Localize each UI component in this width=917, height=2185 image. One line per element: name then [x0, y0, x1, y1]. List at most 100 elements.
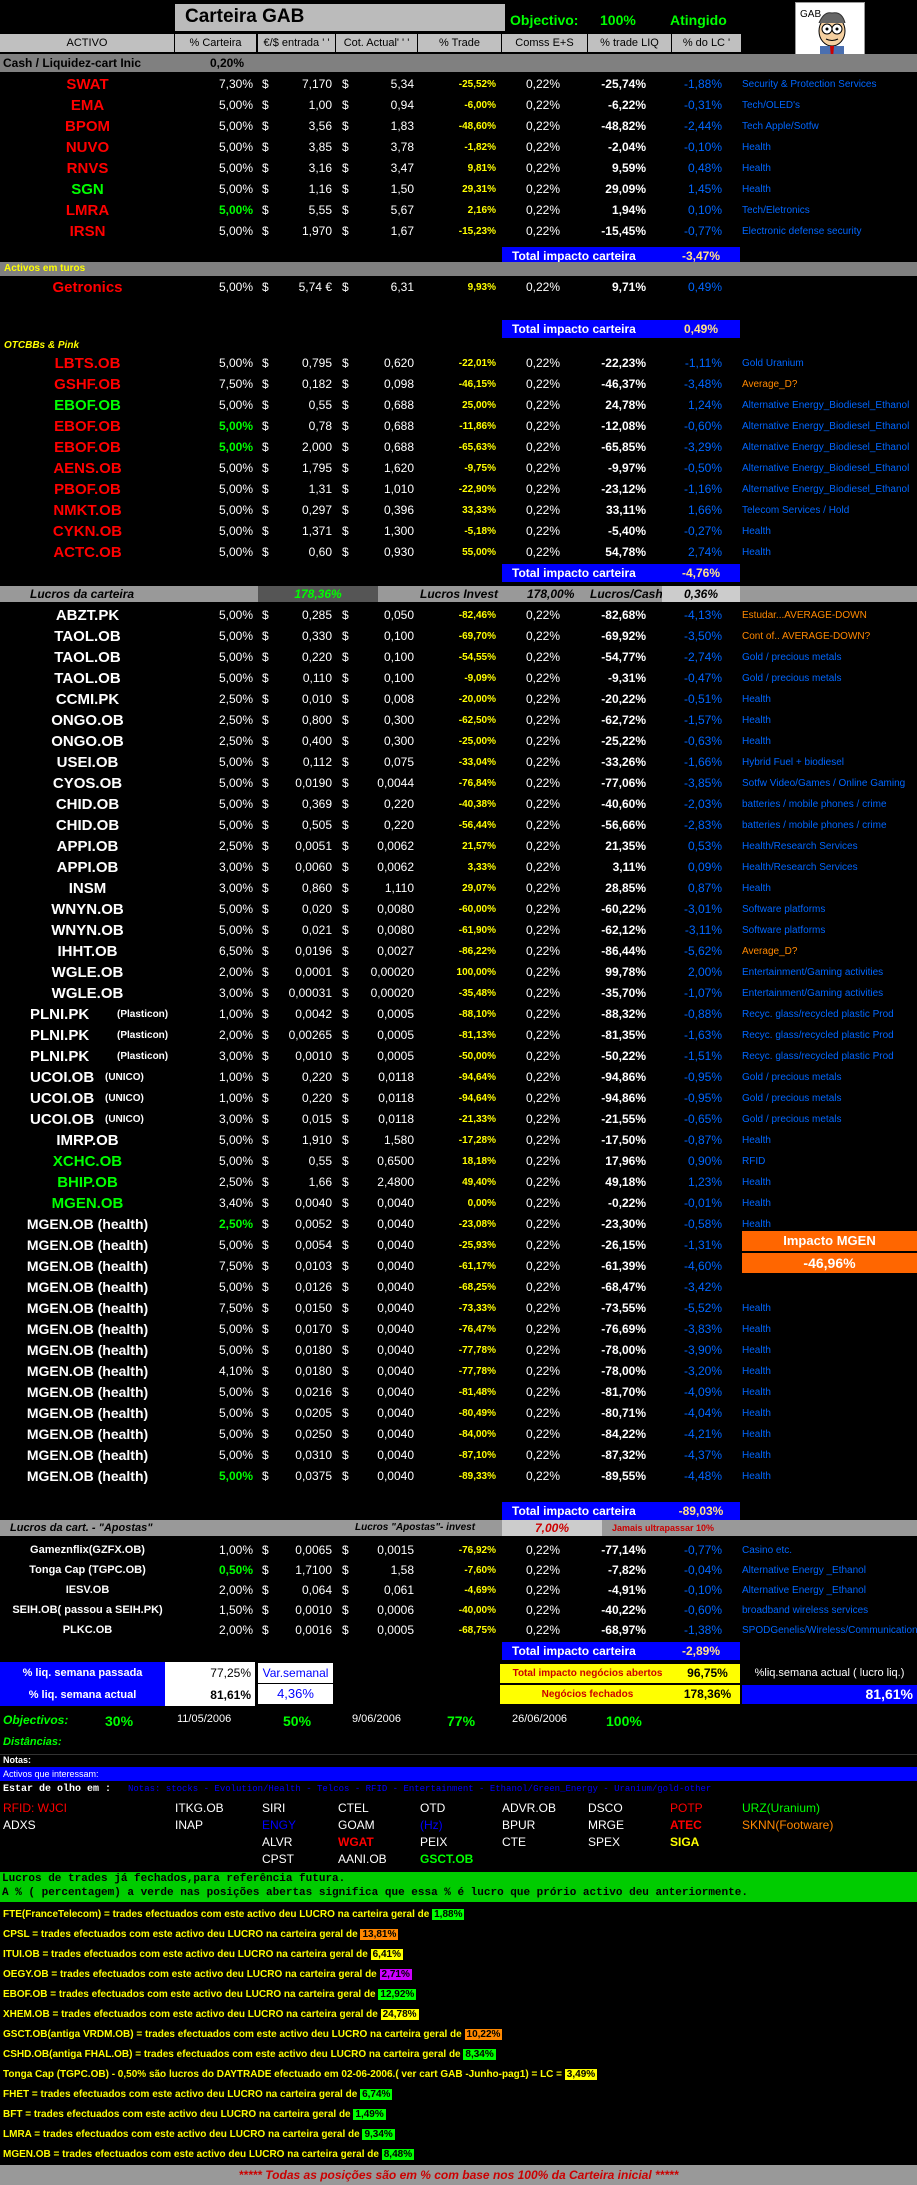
table-row[interactable]: MGEN.OB (health) 5,00% $0,0180 $0,0040 -77,7…	[0, 1340, 917, 1361]
closed-trade-line: BFT = trades efectuados com este activo …	[0, 2105, 917, 2124]
table-row[interactable]: BPOM 5,00% $3,56 $1,83 -48,60% 0,22% -48,82% -2…	[0, 116, 917, 137]
table-row[interactable]: MGEN.OB (health) 4,10% $0,0180 $0,0040 -77,7…	[0, 1361, 917, 1382]
table-row[interactable]: USEI.OB 5,00% $0,112 $0,075 -33,04% 0,22% -33,…	[0, 752, 917, 773]
ticker: EMA	[70, 97, 105, 114]
table-row[interactable]: WNYN.OB 5,00% $0,021 $0,0080 -61,90% 0,22% -62…	[0, 920, 917, 941]
table-row[interactable]: NUVO 5,00% $3,85 $3,78 -1,82% 0,22% -2,04% -0,1…	[0, 137, 917, 158]
table-row[interactable]: SEIH.OB( passou a SEIH.PK) 1,50% $0,0010 $0…	[0, 1600, 917, 1620]
table-row[interactable]: MGEN.OB (health) 7,50% $0,0150 $0,0040 -73,3…	[0, 1298, 917, 1319]
trade-pct: -69,70%	[458, 631, 496, 642]
table-row[interactable]: UCOI.OB (UNICO) 1,00% $0,220 $0,0118 -94,64% 0…	[0, 1067, 917, 1088]
table-row[interactable]: WGLE.OB 3,00% $0,00031 $0,00020 -35,48% 0,22%…	[0, 983, 917, 1004]
table-row[interactable]: PBOF.OB 5,00% $1,31 $1,010 -22,90% 0,22% -23,1…	[0, 479, 917, 500]
table-row[interactable]: MGEN.OB (health) 5,00% $0,0126 $0,0040 -68,2…	[0, 1277, 917, 1298]
objective-state: Atingido	[670, 12, 727, 28]
watch-item: ADVR.OB	[502, 1801, 557, 1815]
current-price: 0,100	[383, 629, 414, 643]
table-row[interactable]: APPI.OB 2,50% $0,0051 $0,0062 21,57% 0,22% 21,…	[0, 836, 917, 857]
table-row[interactable]: MGEN.OB (health) 5,00% $0,0170 $0,0040 -76,4…	[0, 1319, 917, 1340]
sector-note: SPODGenelis/Wireless/Communications	[742, 1625, 917, 1636]
lc-pct: -0,87%	[683, 1133, 722, 1147]
table-row[interactable]: LBTS.OB 5,00% $0,795 $0,620 -22,01% 0,22% -22,…	[0, 353, 917, 374]
sector-note: Security & Protection Services	[742, 79, 877, 90]
table-row[interactable]: INSM 3,00% $0,860 $1,110 29,07% 0,22% 28,85% 0,…	[0, 878, 917, 899]
column-header: % do LC '	[672, 34, 742, 52]
table-row[interactable]: APPI.OB 3,00% $0,0060 $0,0062 3,33% 0,22% 3,11…	[0, 857, 917, 878]
commission: 0,22%	[525, 1259, 560, 1273]
entry-price: 0,60	[308, 545, 332, 559]
table-row[interactable]: WNYN.OB 5,00% $0,020 $0,0080 -60,00% 0,22% -60…	[0, 899, 917, 920]
table-row[interactable]: LMRA 5,00% $5,55 $5,67 2,16% 0,22% 1,94% 0,10% T…	[0, 200, 917, 221]
table-row[interactable]: ABZT.PK 5,00% $0,285 $0,050 -82,46% 0,22% -82,…	[0, 605, 917, 626]
table-row[interactable]: Getronics 5,00% $5,74 € $6,31 9,93% 0,22% 9,71…	[0, 277, 917, 298]
table-row[interactable]: PLNI.PK (Plasticon) 2,00% $0,00265 $0,0005 -8…	[0, 1025, 917, 1046]
table-row[interactable]: IMRP.OB 5,00% $1,910 $1,580 -17,28% 0,22% -17,…	[0, 1130, 917, 1151]
watch-item: CTEL	[338, 1801, 369, 1815]
table-row[interactable]: WGLE.OB 2,00% $0,0001 $0,00020 100,00% 0,22% 9…	[0, 962, 917, 983]
table-row[interactable]: CCMI.PK 2,50% $0,010 $0,008 -20,00% 0,22% -20,…	[0, 689, 917, 710]
table-row[interactable]: BHIP.OB 2,50% $1,66 $2,4800 49,40% 0,22% 49,18…	[0, 1172, 917, 1193]
table-row[interactable]: PLNI.PK (Plasticon) 3,00% $0,0010 $0,0005 -50…	[0, 1046, 917, 1067]
table-row[interactable]: EMA 5,00% $1,00 $0,94 -6,00% 0,22% -6,22% -0,31…	[0, 95, 917, 116]
commission: 0,22%	[525, 203, 560, 217]
position-pct: 5,00%	[218, 461, 253, 475]
table-row[interactable]: UCOI.OB (UNICO) 3,00% $0,015 $0,0118 -21,33% 0…	[0, 1109, 917, 1130]
trade-liq: -9,97%	[607, 461, 646, 475]
table-row[interactable]: MGEN.OB (health) 5,00% $0,0375 $0,0040 -89,3…	[0, 1466, 917, 1487]
table-row[interactable]: AENS.OB 5,00% $1,795 $1,620 -9,75% 0,22% -9,97…	[0, 458, 917, 479]
table-row[interactable]: TAOL.OB 5,00% $0,330 $0,100 -69,70% 0,22% -69,…	[0, 626, 917, 647]
table-row[interactable]: TAOL.OB 5,00% $0,220 $0,100 -54,55% 0,22% -54,…	[0, 647, 917, 668]
table-row[interactable]: ONGO.OB 2,50% $0,800 $0,300 -62,50% 0,22% -62,…	[0, 710, 917, 731]
dollar-sign-2: $	[342, 1196, 349, 1210]
table-row[interactable]: ONGO.OB 2,50% $0,400 $0,300 -25,00% 0,22% -25,…	[0, 731, 917, 752]
table-row[interactable]: MGEN.OB (health) 5,00% $0,0250 $0,0040 -84,0…	[0, 1424, 917, 1445]
table-row[interactable]: EBOF.OB 5,00% $2,000 $0,688 -65,63% 0,22% -65,…	[0, 437, 917, 458]
section-title: OTCBBs & Pink	[4, 340, 80, 351]
table-row[interactable]: GSHF.OB 7,50% $0,182 $0,098 -46,15% 0,22% -46,…	[0, 374, 917, 395]
table-row[interactable]: Gameznflix(GZFX.OB) 1,00% $0,0065 $0,0015 -7…	[0, 1540, 917, 1560]
trade-pct: -50,00%	[458, 1051, 496, 1062]
table-row[interactable]: NMKT.OB 5,00% $0,297 $0,396 33,33% 0,22% 33,11…	[0, 500, 917, 521]
table-row[interactable]: EBOF.OB 5,00% $0,55 $0,688 25,00% 0,22% 24,78%…	[0, 395, 917, 416]
trade-pct: -40,00%	[458, 1605, 496, 1616]
table-row[interactable]: MGEN.OB (health) 5,00% $0,0216 $0,0040 -81,4…	[0, 1382, 917, 1403]
trade-liq: -0,22%	[607, 1196, 646, 1210]
sector-note: Health	[742, 715, 771, 726]
table-row[interactable]: MGEN.OB (health) 5,00% $0,0310 $0,0040 -87,1…	[0, 1445, 917, 1466]
table-row[interactable]: PLKC.OB 2,00% $0,0016 $0,0005 -68,75% 0,22% -6…	[0, 1620, 917, 1640]
table-row[interactable]: CHID.OB 5,00% $0,505 $0,220 -56,44% 0,22% -56,…	[0, 815, 917, 836]
dollar-sign-2: $	[342, 1563, 349, 1577]
table-row[interactable]: PLNI.PK (Plasticon) 1,00% $0,0042 $0,0005 -88…	[0, 1004, 917, 1025]
table-row[interactable]: MGEN.OB (health) 5,00% $0,0205 $0,0040 -80,4…	[0, 1403, 917, 1424]
table-row[interactable]: SWAT 7,30% $7,170 $5,34 -25,52% 0,22% -25,74% -…	[0, 74, 917, 95]
table-row[interactable]: CHID.OB 5,00% $0,369 $0,220 -40,38% 0,22% -40,…	[0, 794, 917, 815]
table-row[interactable]: IHHT.OB 6,50% $0,0196 $0,0027 -86,22% 0,22% -8…	[0, 941, 917, 962]
table-row[interactable]: IRSN 5,00% $1,970 $1,67 -15,23% 0,22% -15,45% -…	[0, 221, 917, 242]
dollar-sign-1: $	[262, 1070, 269, 1084]
dollar-sign-1: $	[262, 902, 269, 916]
sector-note: Entertainment/Gaming activities	[742, 967, 884, 978]
table-row[interactable]: XCHC.OB 5,00% $0,55 $0,6500 18,18% 0,22% 17,96…	[0, 1151, 917, 1172]
dollar-sign-2: $	[342, 1091, 349, 1105]
dollar-sign-1: $	[262, 461, 269, 475]
sector-note: Health	[742, 1450, 771, 1461]
table-row[interactable]: CYKN.OB 5,00% $1,371 $1,300 -5,18% 0,22% -5,40…	[0, 521, 917, 542]
table-row[interactable]: UCOI.OB (UNICO) 1,00% $0,220 $0,0118 -94,64% 0…	[0, 1088, 917, 1109]
table-row[interactable]: ACTC.OB 5,00% $0,60 $0,930 55,00% 0,22% 54,78%…	[0, 542, 917, 563]
lc-pct: -0,63%	[683, 734, 722, 748]
table-row[interactable]: IESV.OB 2,00% $0,064 $0,061 -4,69% 0,22% -4,91…	[0, 1580, 917, 1600]
table-row[interactable]: Tonga Cap (TGPC.OB) 0,50% $1,7100 $1,58 -7,6…	[0, 1560, 917, 1580]
table-row[interactable]: MGEN.OB 3,40% $0,0040 $0,0040 0,00% 0,22% -0,2…	[0, 1193, 917, 1214]
table-row[interactable]: CYOS.OB 5,00% $0,0190 $0,0044 -76,84% 0,22% -7…	[0, 773, 917, 794]
table-row[interactable]: RNVS 5,00% $3,16 $3,47 9,81% 0,22% 9,59% 0,48% H…	[0, 158, 917, 179]
trade-pct: 9,81%	[467, 163, 496, 174]
table-row[interactable]: TAOL.OB 5,00% $0,110 $0,100 -9,09% 0,22% -9,31…	[0, 668, 917, 689]
sector-note: Gold / precious metals	[742, 1072, 842, 1083]
ticker: SWAT	[66, 76, 109, 93]
lc-pct: -3,83%	[683, 1322, 722, 1336]
trade-liq: -89,55%	[601, 1469, 646, 1483]
table-row[interactable]: SGN 5,00% $1,16 $1,50 29,31% 0,22% 29,09% 1,45%…	[0, 179, 917, 200]
trade-liq: 9,71%	[611, 280, 646, 294]
dollar-sign-1: $	[262, 1603, 269, 1617]
table-row[interactable]: EBOF.OB 5,00% $0,78 $0,688 -11,86% 0,22% -12,0…	[0, 416, 917, 437]
